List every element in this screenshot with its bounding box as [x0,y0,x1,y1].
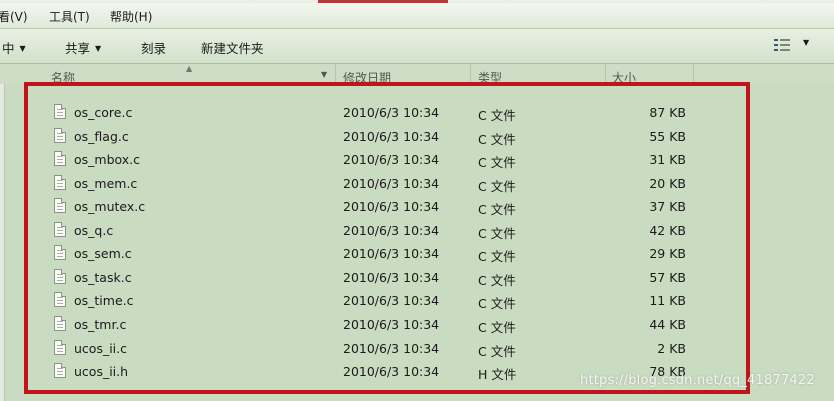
file-icon [54,268,66,284]
file-size: 55 KB [649,128,686,144]
file-date: 2010/6/3 10:34 [343,199,440,215]
view-options-chevron-icon[interactable]: ▼ [803,38,809,47]
file-name: os_q.c [74,222,114,238]
file-icon [54,127,66,143]
details-view-icon[interactable] [773,38,791,52]
column-size[interactable]: 大小 [612,69,636,86]
file-size: 87 KB [649,105,686,120]
sort-ascending-icon: ▲ [186,64,193,73]
file-name: os_sem.c [74,246,132,262]
menu-bar: 看(V) 工具(T) 帮助(H) [0,3,834,29]
file-date: 2010/6/3 10:34 [343,340,440,356]
file-size: 2 KB [657,340,686,356]
file-type: C 文件 [478,296,516,312]
file-icon [54,104,66,119]
file-row[interactable]: os_tmr.c 2010/6/3 10:34 C 文件 44 KB [0,313,834,336]
file-icon [54,292,66,308]
column-name[interactable]: 名称 [51,69,75,86]
share-label: 共享 [65,41,91,56]
file-date: 2010/6/3 10:34 [343,269,440,285]
file-icon [54,198,66,214]
file-row[interactable]: os_time.c 2010/6/3 10:34 C 文件 11 KB [0,289,834,312]
column-divider[interactable] [605,64,606,84]
chevron-down-icon: ▼ [19,44,26,53]
column-divider[interactable] [693,64,694,84]
column-type[interactable]: 类型 [478,69,502,86]
file-date: 2010/6/3 10:34 [343,128,440,144]
file-type: C 文件 [478,202,516,218]
menu-help[interactable]: 帮助(H) [110,8,152,25]
file-type: C 文件 [478,319,516,335]
file-type: C 文件 [478,272,516,288]
column-header: ▲ 名称 ▼ 修改日期 类型 大小 [0,64,834,86]
file-row[interactable]: os_mem.c 2010/6/3 10:34 C 文件 20 KB [0,172,834,195]
file-name: os_core.c [74,105,133,120]
file-type: C 文件 [478,131,516,147]
file-size: 44 KB [649,316,686,332]
file-type: C 文件 [478,225,516,241]
column-filter-chevron-icon[interactable]: ▼ [321,70,327,79]
organize-button[interactable]: 中 ▼ [2,38,26,57]
file-row[interactable]: os_core.c 2010/6/3 10:34 C 文件 87 KB [0,101,834,124]
file-size: 20 KB [649,175,686,191]
file-row[interactable]: os_mbox.c 2010/6/3 10:34 C 文件 31 KB [0,148,834,171]
file-name: os_task.c [74,269,132,285]
file-type: C 文件 [478,249,516,265]
file-icon [54,151,66,167]
file-type: C 文件 [478,343,516,359]
file-name: os_mbox.c [74,152,141,168]
file-name: os_time.c [74,293,134,309]
file-size: 57 KB [649,269,686,285]
file-row[interactable]: os_flag.c 2010/6/3 10:34 C 文件 55 KB [0,125,834,148]
file-date: 2010/6/3 10:34 [343,364,440,380]
watermark: https://blog.csdn.net/qq_41877422 [580,373,815,388]
toolbar: 中 ▼ 共享 ▼ 刻录 新建文件夹 ▼ [0,29,834,64]
chevron-down-icon: ▼ [95,44,102,53]
file-type: C 文件 [478,108,516,123]
column-divider[interactable] [335,64,336,84]
file-row[interactable]: os_mutex.c 2010/6/3 10:34 C 文件 37 KB [0,195,834,218]
file-date: 2010/6/3 10:34 [343,293,440,309]
file-icon [54,174,66,190]
file-date: 2010/6/3 10:34 [343,246,440,262]
file-date: 2010/6/3 10:34 [343,105,440,120]
file-type: C 文件 [478,155,516,171]
file-date: 2010/6/3 10:34 [343,152,440,168]
file-icon [54,363,66,379]
file-name: os_tmr.c [74,316,127,332]
column-date[interactable]: 修改日期 [343,69,391,86]
file-name: ucos_ii.c [74,340,127,356]
burn-button[interactable]: 刻录 [141,38,166,57]
file-name: ucos_ii.h [74,364,129,380]
file-size: 31 KB [649,152,686,168]
menu-view[interactable]: 看(V) [0,8,28,25]
file-name: os_mutex.c [74,199,146,215]
file-icon [54,339,66,355]
file-row[interactable]: os_q.c 2010/6/3 10:34 C 文件 42 KB [0,219,834,242]
file-row[interactable]: os_task.c 2010/6/3 10:34 C 文件 57 KB [0,266,834,289]
file-date: 2010/6/3 10:34 [343,222,440,238]
share-button[interactable]: 共享 ▼ [65,38,101,57]
file-size: 37 KB [649,199,686,215]
file-row[interactable]: ucos_ii.c 2010/6/3 10:34 C 文件 2 KB [0,337,834,360]
file-name: os_flag.c [74,128,129,144]
file-icon [54,315,66,331]
file-icon [54,245,66,261]
file-size: 11 KB [649,293,686,309]
file-size: 29 KB [649,246,686,262]
organize-label: 中 [2,41,15,56]
file-row[interactable]: os_sem.c 2010/6/3 10:34 C 文件 29 KB [0,242,834,265]
file-date: 2010/6/3 10:34 [343,316,440,332]
menu-tools[interactable]: 工具(T) [49,8,90,25]
file-date: 2010/6/3 10:34 [343,175,440,191]
new-folder-button[interactable]: 新建文件夹 [201,38,264,57]
file-icon [54,221,66,237]
file-name: os_mem.c [74,175,138,191]
file-type: C 文件 [478,178,516,194]
column-divider[interactable] [470,64,471,84]
file-type: H 文件 [478,367,517,383]
file-size: 42 KB [649,222,686,238]
